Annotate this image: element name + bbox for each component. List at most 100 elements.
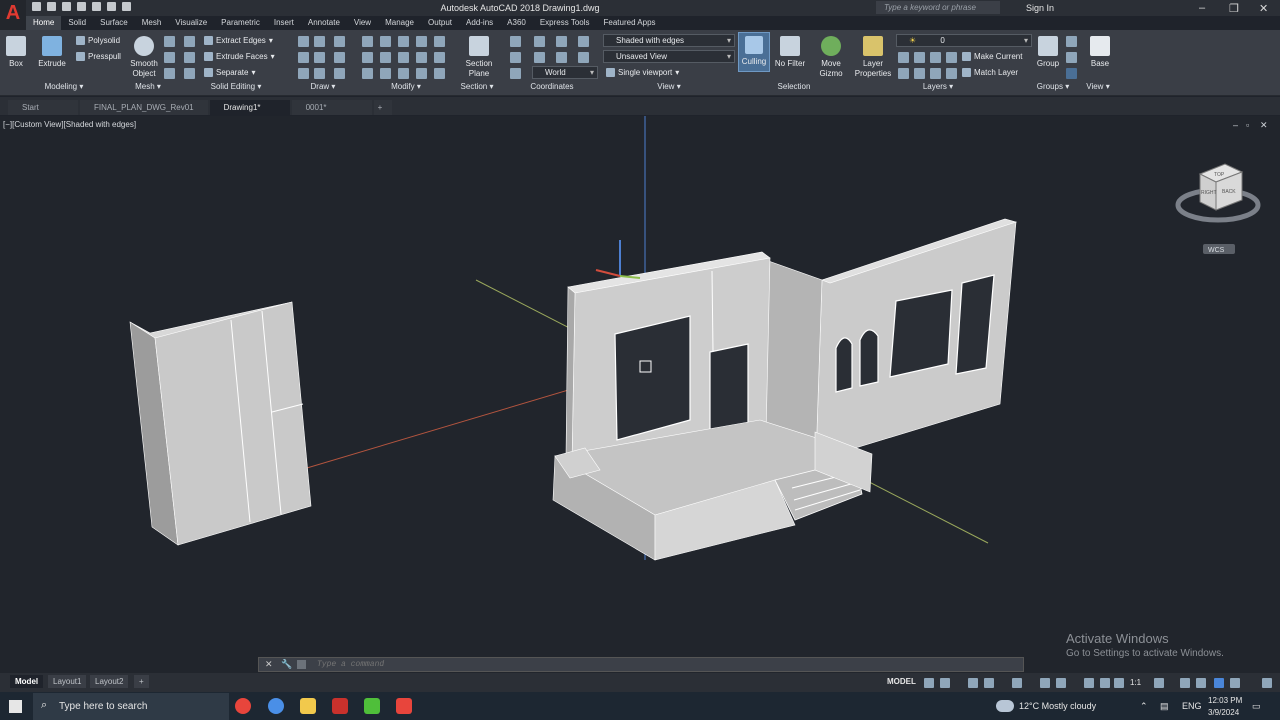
layer-properties-button[interactable]: Layer Properties xyxy=(854,36,892,79)
panel-modify[interactable]: Modify ▾ xyxy=(366,82,446,95)
align-icon[interactable] xyxy=(434,68,445,79)
named-view-select[interactable]: Unsaved View xyxy=(603,50,735,63)
osnap-icon[interactable] xyxy=(1012,678,1022,688)
tab-home[interactable]: Home xyxy=(26,16,62,30)
section-plane-button[interactable]: Section Plane xyxy=(462,36,496,79)
file-tab-start[interactable]: Start xyxy=(8,100,78,115)
command-input[interactable] xyxy=(317,659,1007,670)
solid-edit-icon[interactable] xyxy=(184,36,195,47)
make-current-button[interactable]: Make Current xyxy=(962,52,1022,61)
layer-tool-icon[interactable] xyxy=(898,52,909,63)
extrude-button[interactable]: Extrude xyxy=(36,36,68,69)
scale-icon[interactable] xyxy=(380,52,391,63)
group-select-icon[interactable] xyxy=(1066,68,1077,79)
viewport-config-button[interactable]: Single viewport ▾ xyxy=(606,68,679,77)
tab-manage[interactable]: Manage xyxy=(378,16,421,30)
tab-view[interactable]: View xyxy=(347,16,378,30)
fillet-icon[interactable] xyxy=(398,52,409,63)
no-filter-button[interactable]: No Filter xyxy=(772,36,808,69)
ellipse-icon[interactable] xyxy=(334,52,345,63)
base-view-button[interactable]: Base xyxy=(1088,36,1112,69)
panel-modeling[interactable]: Modeling ▾ xyxy=(28,82,100,95)
offset-icon[interactable] xyxy=(434,52,445,63)
customization-icon[interactable] xyxy=(1262,678,1272,688)
mesh-tool-icon[interactable] xyxy=(164,52,175,63)
windows-start-icon[interactable] xyxy=(9,700,22,713)
panel-section[interactable]: Section ▾ xyxy=(452,82,502,95)
chrome-icon[interactable] xyxy=(235,698,251,714)
help-search-input[interactable]: Type a keyword or phrase xyxy=(876,1,1000,14)
ucs-z-icon[interactable] xyxy=(556,36,567,47)
layer-select[interactable]: ☀ 0 xyxy=(896,34,1032,47)
arc-icon[interactable] xyxy=(298,52,309,63)
clock-time[interactable]: 12:03 PM xyxy=(1208,696,1242,705)
layer-tool-icon[interactable] xyxy=(898,68,909,79)
break-icon[interactable] xyxy=(416,68,427,79)
presspull-button[interactable]: Presspull xyxy=(76,52,121,61)
file-tab-0001[interactable]: 0001* xyxy=(291,100,372,115)
layer-tool-icon[interactable] xyxy=(914,68,925,79)
move-icon[interactable] xyxy=(362,36,373,47)
move-gizmo-button[interactable]: Move Gizmo xyxy=(814,36,848,79)
recorder-icon[interactable] xyxy=(396,698,412,714)
match-layer-button[interactable]: Match Layer xyxy=(962,68,1018,77)
grid-icon[interactable] xyxy=(924,678,934,688)
tab-solid[interactable]: Solid xyxy=(61,16,93,30)
solid-edit-icon[interactable] xyxy=(184,52,195,63)
clock-date[interactable]: 3/9/2024 xyxy=(1208,708,1239,717)
gizmo-icon[interactable] xyxy=(1114,678,1124,688)
point-icon[interactable] xyxy=(334,68,345,79)
panel-view-2[interactable]: View ▾ xyxy=(1080,82,1116,95)
wrench-icon[interactable]: 🔧 xyxy=(281,659,292,670)
minimize-button[interactable]: – xyxy=(1199,2,1205,14)
taskbar-search-box[interactable]: Type here to search xyxy=(33,693,229,720)
ungroup-icon[interactable] xyxy=(1066,36,1077,47)
polysolid-button[interactable]: Polysolid xyxy=(76,36,120,45)
separate-button[interactable]: Separate ▾ xyxy=(204,68,255,77)
panel-solid-editing[interactable]: Solid Editing ▾ xyxy=(196,82,276,95)
tab-add-ins[interactable]: Add-ins xyxy=(459,16,500,30)
mirror-icon[interactable] xyxy=(416,36,427,47)
ucs-y-icon[interactable] xyxy=(534,52,545,63)
autocad-icon[interactable] xyxy=(332,698,348,714)
isolate-icon[interactable] xyxy=(1196,678,1206,688)
command-history-icon[interactable] xyxy=(297,660,306,669)
lineweight-icon[interactable] xyxy=(1056,678,1066,688)
network-icon[interactable]: ▤ xyxy=(1160,701,1169,712)
mesh-tool-icon[interactable] xyxy=(164,36,175,47)
file-explorer-icon[interactable] xyxy=(300,698,316,714)
selection-cycling-icon[interactable] xyxy=(1100,678,1110,688)
notifications-icon[interactable]: ▭ xyxy=(1252,701,1261,712)
region-icon[interactable] xyxy=(314,68,325,79)
circle-icon[interactable] xyxy=(334,36,345,47)
otrack-icon[interactable] xyxy=(1040,678,1050,688)
extrude-faces-button[interactable]: Extrude Faces ▾ xyxy=(204,52,275,61)
workspace-gear-icon[interactable] xyxy=(1154,678,1164,688)
ucs-x-icon[interactable] xyxy=(510,52,521,63)
mesh-tool-icon[interactable] xyxy=(164,68,175,79)
tab-output[interactable]: Output xyxy=(421,16,459,30)
add-icon[interactable] xyxy=(1180,678,1190,688)
hardware-acceleration-icon[interactable] xyxy=(1214,678,1224,688)
tab-mesh[interactable]: Mesh xyxy=(135,16,169,30)
snap-icon[interactable] xyxy=(940,678,950,688)
close-button[interactable]: ✕ xyxy=(1259,2,1268,15)
tab-express-tools[interactable]: Express Tools xyxy=(533,16,597,30)
sign-in-button[interactable]: Sign In xyxy=(1026,3,1054,13)
layer-tool-icon[interactable] xyxy=(946,52,957,63)
viewport-minimize-button[interactable]: – xyxy=(1233,120,1238,130)
box-button[interactable]: Box xyxy=(4,36,28,69)
tray-chevron-icon[interactable]: ⌃ xyxy=(1140,701,1148,712)
tab-parametric[interactable]: Parametric xyxy=(214,16,267,30)
layer-tool-icon[interactable] xyxy=(930,52,941,63)
panel-selection[interactable]: Selection xyxy=(738,82,850,95)
layer-tool-icon[interactable] xyxy=(946,68,957,79)
clean-screen-icon[interactable] xyxy=(1230,678,1240,688)
culling-button[interactable]: Culling xyxy=(738,32,770,72)
hatch-icon[interactable] xyxy=(298,68,309,79)
ucs-3point-icon[interactable] xyxy=(578,36,589,47)
tab-insert[interactable]: Insert xyxy=(267,16,301,30)
layout-tab-layout2[interactable]: Layout2 xyxy=(90,675,129,688)
viewport-controls-label[interactable]: [−][Custom View][Shaded with edges] xyxy=(3,120,136,129)
array-icon[interactable] xyxy=(434,36,445,47)
